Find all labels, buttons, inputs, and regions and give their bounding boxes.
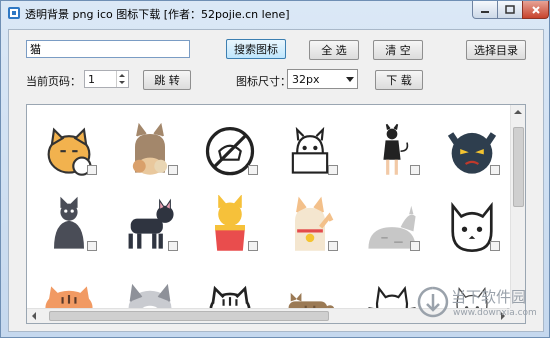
spin-up-icon[interactable] — [119, 74, 125, 77]
close-button[interactable] — [522, 1, 549, 19]
icon-checkbox[interactable] — [328, 165, 338, 175]
icon-checkbox[interactable] — [490, 241, 500, 251]
icon-checkbox[interactable] — [328, 241, 338, 251]
icon-checkbox[interactable] — [248, 241, 258, 251]
page-label: 当前页码： — [26, 75, 81, 88]
page-number-spinner[interactable]: 1 — [84, 70, 129, 88]
app-window: 透明背景 png ico 图标下载 [作者：52pojie.cn lene] 搜… — [0, 0, 550, 338]
minimize-icon — [481, 10, 489, 13]
horizontal-scroll-thumb[interactable] — [49, 311, 329, 321]
icon-checkbox[interactable] — [87, 241, 97, 251]
choose-directory-button[interactable]: 选择目录 — [466, 40, 526, 60]
icon-size-select[interactable]: 32px — [287, 69, 358, 89]
maximize-button[interactable] — [497, 1, 523, 19]
chevron-down-icon — [346, 77, 354, 82]
title-bar[interactable]: 透明背景 png ico 图标下载 [作者：52pojie.cn lene] — [1, 1, 549, 25]
icon-cell[interactable] — [442, 119, 502, 179]
scroll-up-icon[interactable] — [514, 110, 522, 114]
minimize-button[interactable] — [472, 1, 498, 19]
icon-cell[interactable] — [39, 119, 99, 179]
icon-checkbox[interactable] — [410, 241, 420, 251]
icon-cell[interactable] — [280, 119, 340, 179]
icon-cell[interactable] — [200, 119, 260, 179]
vertical-scroll-thumb[interactable] — [513, 127, 524, 207]
watermark: 当下软件园 www.downxia.com — [413, 284, 547, 334]
icon-size-label: 图标尺寸： — [236, 75, 291, 88]
icon-checkbox[interactable] — [248, 165, 258, 175]
search-icons-button[interactable]: 搜索图标 — [226, 39, 286, 59]
icon-cell[interactable] — [442, 195, 502, 255]
icon-checkbox[interactable] — [168, 165, 178, 175]
watermark-text: 当下软件园 — [451, 288, 527, 306]
jump-button[interactable]: 跳 转 — [143, 70, 191, 90]
spinner-buttons[interactable] — [116, 71, 128, 87]
maximize-icon — [505, 5, 515, 14]
close-icon — [531, 5, 540, 14]
icon-cell[interactable] — [280, 195, 340, 255]
page-number-value: 1 — [88, 73, 95, 86]
window-title: 透明背景 png ico 图标下载 [作者：52pojie.cn lene] — [25, 8, 290, 21]
icon-size-value: 32px — [292, 73, 320, 86]
icon-checkbox[interactable] — [168, 241, 178, 251]
icon-cell[interactable] — [120, 119, 180, 179]
icon-cell[interactable] — [362, 119, 422, 179]
icon-cell[interactable] — [200, 194, 260, 255]
clear-button[interactable]: 清 空 — [373, 40, 423, 60]
icon-cell[interactable] — [120, 195, 180, 255]
download-button[interactable]: 下 载 — [375, 70, 423, 90]
scroll-left-icon[interactable] — [32, 312, 36, 320]
select-all-button[interactable]: 全 选 — [309, 40, 359, 60]
vertical-scrollbar[interactable] — [510, 105, 525, 308]
app-icon — [8, 7, 20, 19]
icon-cell[interactable] — [39, 195, 99, 255]
icon-checkbox[interactable] — [410, 165, 420, 175]
icon-cell[interactable] — [362, 195, 422, 255]
watermark-url: www.downxia.com — [453, 308, 537, 318]
icon-checkbox[interactable] — [490, 165, 500, 175]
watermark-logo-icon — [417, 286, 449, 318]
spin-down-icon[interactable] — [119, 81, 125, 84]
search-input[interactable] — [26, 40, 190, 58]
icon-checkbox[interactable] — [87, 165, 97, 175]
